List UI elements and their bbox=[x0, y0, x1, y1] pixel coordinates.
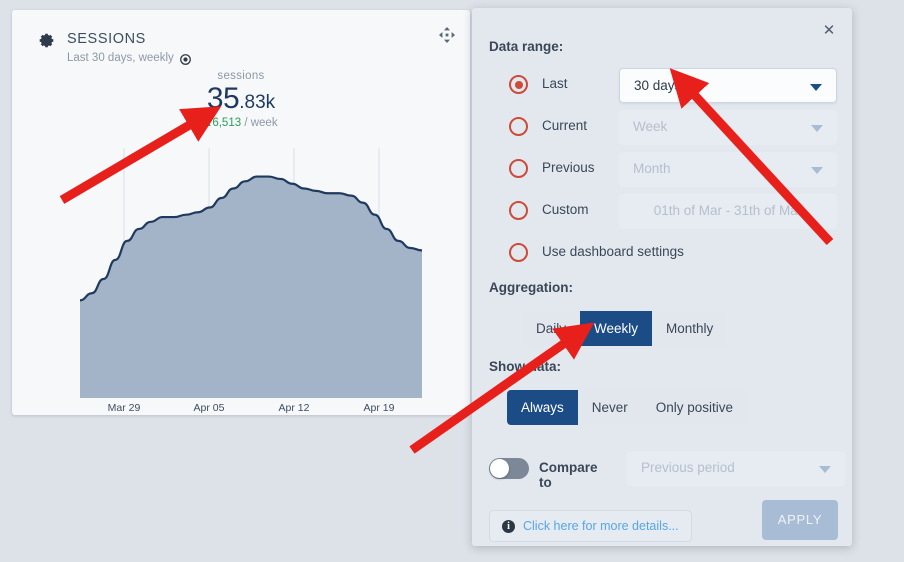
show-data-segmented-control[interactable]: Always Never Only positive bbox=[507, 390, 748, 425]
toggle-knob bbox=[490, 459, 509, 478]
aggregation-option-weekly[interactable]: Weekly bbox=[580, 311, 653, 346]
metric-value-integer: 35 bbox=[206, 82, 240, 115]
data-range-option-previous[interactable]: Previous Month bbox=[489, 152, 838, 187]
move-handle-icon[interactable] bbox=[438, 26, 456, 44]
radio-button[interactable] bbox=[509, 117, 528, 136]
widget-subtitle: Last 30 days, weekly bbox=[67, 52, 174, 64]
aggregation-option-daily[interactable]: Daily bbox=[522, 311, 581, 346]
metric-caption: sessions bbox=[217, 70, 265, 82]
chevron-down-icon bbox=[810, 84, 822, 91]
widget-header: SESSIONS Last 30 days, weekly bbox=[12, 10, 470, 65]
aggregation-section-label: Aggregation: bbox=[489, 280, 573, 295]
metric-block: sessions 35.83k ▲6,513 / week bbox=[12, 70, 470, 129]
show-data-option-only-positive[interactable]: Only positive bbox=[641, 390, 748, 425]
close-icon[interactable]: ✕ bbox=[818, 20, 840, 42]
compare-to-toggle[interactable] bbox=[489, 458, 529, 479]
show-data-option-always[interactable]: Always bbox=[507, 390, 578, 425]
data-range-settings-dialog: ✕ Data range: Last 30 days Current Week Prev… bbox=[472, 8, 852, 546]
aggregation-segmented-control[interactable]: Daily Weekly Monthly bbox=[522, 311, 728, 346]
metric-delta: ▲6,513 / week bbox=[12, 117, 470, 129]
data-range-option-last[interactable]: Last 30 days bbox=[489, 68, 838, 103]
chevron-down-icon bbox=[811, 167, 823, 174]
data-range-value-select-3: 01th of Mar - 31th of Mar bbox=[619, 194, 837, 229]
radio-button[interactable] bbox=[509, 159, 528, 178]
compare-to-select-value: Previous period bbox=[641, 460, 735, 475]
data-range-value-select-2: Month bbox=[619, 152, 837, 187]
delta-value: 6,513 bbox=[212, 117, 242, 129]
radio-label: Last bbox=[542, 76, 568, 91]
data-range-option-current[interactable]: Current Week bbox=[489, 110, 838, 145]
select-value: Month bbox=[633, 161, 671, 176]
info-icon: i bbox=[502, 519, 515, 533]
select-value: 30 days bbox=[634, 78, 682, 93]
radio-label: Custom bbox=[542, 202, 589, 217]
chart-svg bbox=[79, 148, 423, 398]
more-details-link-text: Click here for more details... bbox=[523, 519, 679, 533]
sessions-widget-card: SESSIONS Last 30 days, weekly sessions 3… bbox=[12, 10, 470, 415]
target-icon[interactable] bbox=[180, 52, 191, 65]
chevron-down-icon bbox=[819, 466, 831, 473]
x-axis-tick-label: Apr 05 bbox=[193, 402, 225, 414]
data-range-value-select-1: Week bbox=[619, 110, 837, 145]
chart-x-axis: Mar 29 Apr 05 Apr 12 Apr 19 bbox=[12, 402, 470, 415]
data-range-value-select-0[interactable]: 30 days bbox=[619, 68, 837, 103]
radio-button[interactable] bbox=[509, 243, 528, 262]
radio-label: Use dashboard settings bbox=[542, 244, 684, 259]
radio-label: Current bbox=[542, 118, 588, 133]
widget-title: SESSIONS bbox=[67, 31, 146, 47]
x-axis-tick-label: Apr 12 bbox=[278, 402, 310, 414]
chevron-down-icon bbox=[811, 125, 823, 132]
data-range-section-label: Data range: bbox=[489, 39, 564, 54]
radio-button[interactable] bbox=[509, 75, 528, 94]
radio-button[interactable] bbox=[509, 201, 528, 220]
data-range-option-use-dashboard-settings[interactable]: Use dashboard settings bbox=[489, 236, 838, 270]
delta-unit: / week bbox=[244, 117, 278, 129]
metric-value-fraction: .83k bbox=[239, 92, 276, 113]
select-value: Week bbox=[633, 119, 668, 134]
x-axis-tick-label: Mar 29 bbox=[107, 402, 141, 414]
metric-value: 35.83k bbox=[12, 84, 470, 114]
radio-label: Previous bbox=[542, 160, 595, 175]
more-details-link[interactable]: i Click here for more details... bbox=[489, 510, 692, 542]
x-axis-tick-label: Apr 19 bbox=[363, 402, 395, 414]
apply-button[interactable]: APPLY bbox=[762, 500, 838, 540]
show-data-section-label: Show data: bbox=[489, 359, 562, 374]
sessions-area-chart: Mar 29 Apr 05 Apr 12 Apr 19 bbox=[12, 140, 470, 414]
select-value: 01th of Mar - 31th of Mar bbox=[653, 203, 803, 218]
compare-to-label: Compare to bbox=[539, 460, 598, 490]
aggregation-option-monthly[interactable]: Monthly bbox=[652, 311, 728, 346]
show-data-option-never[interactable]: Never bbox=[577, 390, 642, 425]
gear-icon[interactable] bbox=[38, 32, 55, 49]
compare-to-select[interactable]: Previous period bbox=[627, 451, 845, 486]
data-range-option-custom[interactable]: Custom 01th of Mar - 31th of Mar bbox=[489, 194, 838, 229]
